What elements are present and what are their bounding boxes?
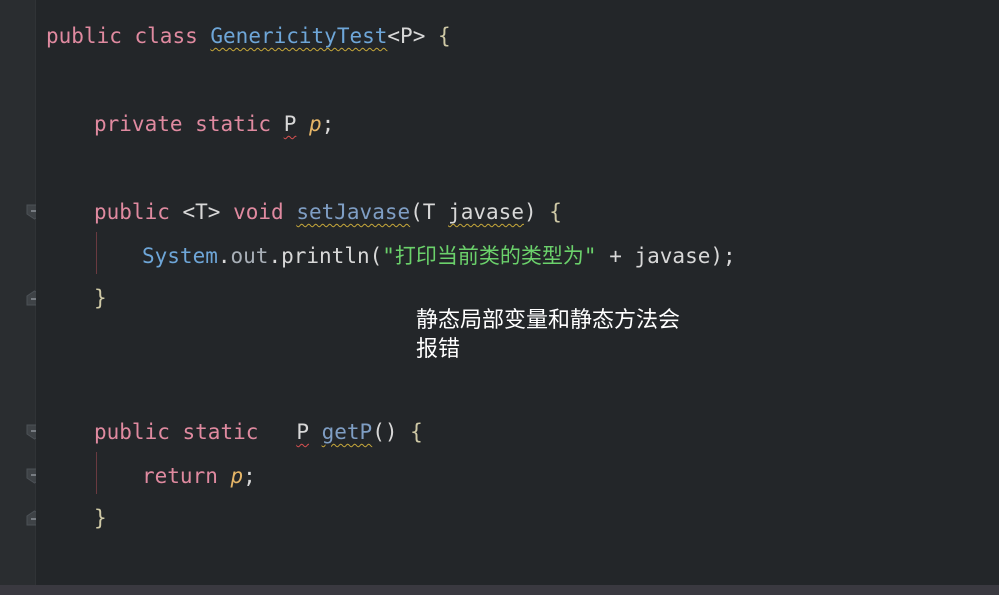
keyword-public: public [94,200,170,224]
method-name[interactable]: setJavase [296,200,410,224]
field-reference[interactable]: p [231,464,244,488]
horizontal-scrollbar[interactable] [0,585,999,595]
code-editor[interactable] [36,0,999,585]
method-name[interactable]: getP [322,420,373,444]
keyword-void: void [233,200,284,224]
keyword-static: static [182,420,259,444]
open-brace: { [410,420,423,444]
open-brace: { [549,200,562,224]
type-parameters: <P> [387,24,426,48]
keyword-private: private [94,112,183,136]
code-line-method-setjavase[interactable]: public <T> void setJavase(T javase) { [94,197,562,227]
open-paren: ( [369,244,383,268]
annotation-line: 报错 [416,337,461,362]
code-line-return[interactable]: return p; [142,461,256,491]
system-class: System [142,244,218,268]
out-field: out [230,244,269,268]
keyword-public: public [46,24,122,48]
indent-guide [96,452,97,494]
code-line-method-getp[interactable]: public static P getP() { [94,417,423,447]
dot: . [268,244,282,268]
field-type[interactable]: P [284,112,297,136]
code-line-println[interactable]: System.out.println("打印当前类的类型为" + javase)… [142,241,736,271]
code-line-class-declaration[interactable]: public class GenericityTest<P> { [46,21,451,51]
class-name[interactable]: GenericityTest [210,24,387,48]
string-literal: "打印当前类的类型为" [382,244,597,268]
close-brace: } [94,286,107,310]
open-paren: ( [410,200,423,224]
semicolon: ; [321,112,335,136]
code-line-field-declaration[interactable]: private static P p; [94,109,334,139]
code-line-close-brace[interactable]: } [94,283,107,313]
field-name[interactable]: p [309,112,322,136]
generic-parameter: <T> [182,200,221,224]
param-name[interactable]: javase [448,200,524,224]
code-line-close-brace[interactable]: } [94,503,107,533]
keyword-class: class [134,24,198,48]
param-type: T [422,200,436,224]
parentheses: () [372,420,398,444]
return-type[interactable]: P [296,420,309,444]
keyword-static: static [195,112,272,136]
semicolon: ; [243,464,256,488]
open-brace: { [438,24,451,48]
keyword-return: return [142,464,218,488]
annotation-line: 静态局部变量和静态方法会 [416,308,681,333]
expression-rest: + javase); [596,244,736,268]
annotation-note: 静态局部变量和静态方法会 报错 [416,306,736,364]
println-call: println [281,244,370,268]
keyword-public: public [94,420,170,444]
close-brace: } [94,506,107,530]
dot: . [217,244,231,268]
indent-guide [96,232,97,274]
close-paren: ) [523,200,537,224]
